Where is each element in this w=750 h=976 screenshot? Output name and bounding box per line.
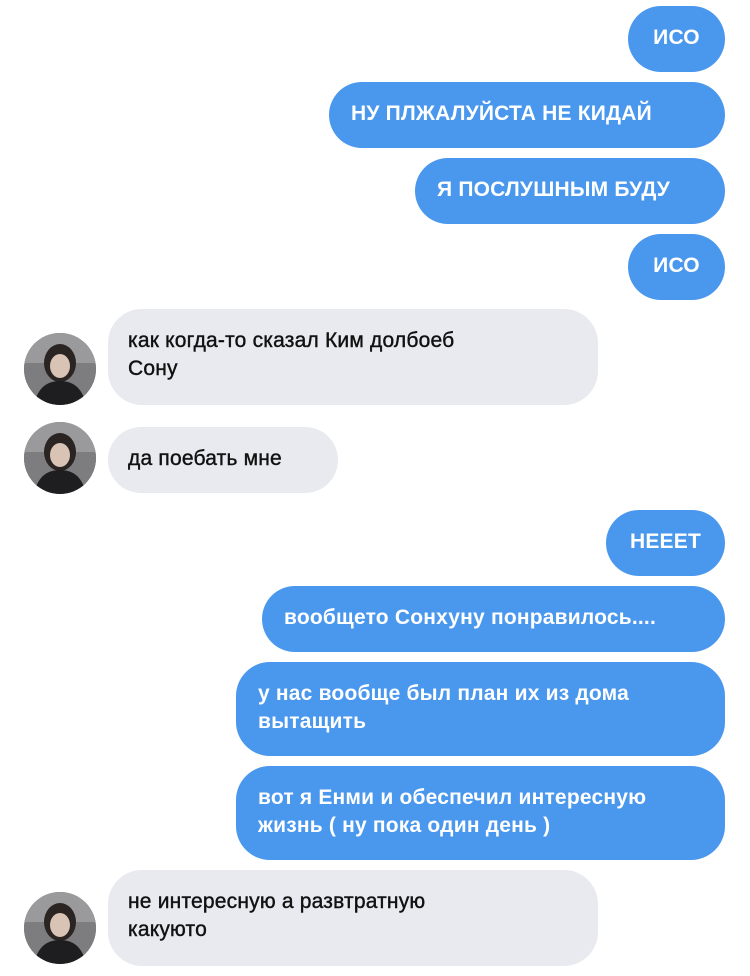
incoming-message[interactable]: как когда-то сказал Ким долбоеб Сону: [108, 309, 598, 405]
outgoing-message[interactable]: НЕЕЕТ: [606, 510, 725, 576]
outgoing-message[interactable]: ИСО: [628, 6, 725, 72]
outgoing-message[interactable]: Я ПОСЛУШНЫМ БУДУ: [415, 158, 725, 224]
outgoing-message[interactable]: у нас вообще был план их из дома вытащит…: [236, 662, 725, 756]
user-photo-icon: [24, 892, 96, 964]
user-photo-icon: [24, 333, 96, 405]
avatar[interactable]: [24, 333, 96, 405]
incoming-message[interactable]: не интересную а развтратную какуюто: [108, 870, 598, 966]
user-photo-icon: [24, 422, 96, 494]
outgoing-message[interactable]: НУ ПЛЖАЛУЙСТА НЕ КИДАЙ: [329, 82, 725, 148]
incoming-message[interactable]: да поебать мне: [108, 427, 338, 493]
avatar[interactable]: [24, 422, 96, 494]
outgoing-message[interactable]: вообщето Сонхуну понравилось....: [262, 586, 725, 652]
avatar[interactable]: [24, 892, 96, 964]
outgoing-message[interactable]: ИСО: [628, 234, 725, 300]
chat-thread: ИСО НУ ПЛЖАЛУЙСТА НЕ КИДАЙ Я ПОСЛУШНЫМ Б…: [0, 0, 750, 976]
outgoing-message[interactable]: вот я Енми и обеспечил интересную жизнь …: [236, 766, 725, 860]
